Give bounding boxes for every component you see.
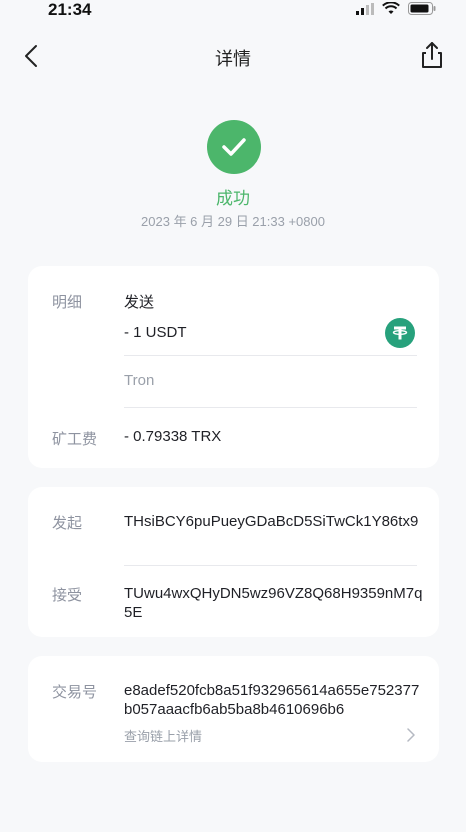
amount: - 1 USDT: [124, 324, 187, 341]
from-label: 发起: [52, 515, 83, 532]
tx-card: 交易号 e8adef520fcb8a51f932965614a655e75237…: [28, 656, 439, 762]
status-icons: [356, 2, 436, 15]
nav-bar: 详情: [0, 32, 466, 80]
check-icon: [222, 138, 246, 156]
usdt-icon: [385, 318, 415, 348]
chevron-right-icon: [407, 728, 415, 742]
success-badge: [207, 120, 261, 174]
signal-icon: [356, 2, 374, 15]
tx-label: 交易号: [52, 684, 98, 701]
fee-label: 矿工费: [52, 431, 98, 448]
network: Tron: [124, 372, 155, 389]
from-address[interactable]: THsiBCY6puPueyGDaBcD5SiTwCk1Y86tx9: [124, 512, 424, 531]
divider: [124, 355, 417, 356]
to-address[interactable]: TUwu4wxQHyDN5wz96VZ8Q68H9359nM7q5E: [124, 584, 424, 622]
battery-icon: [408, 2, 436, 15]
divider: [124, 565, 417, 566]
explorer-link-label: 查询链上详情: [124, 729, 203, 744]
to-label: 接受: [52, 587, 83, 604]
wifi-icon: [382, 2, 400, 14]
status-text: 成功: [216, 189, 250, 208]
share-icon[interactable]: [418, 40, 446, 70]
tx-hash[interactable]: e8adef520fcb8a51f932965614a655e752377b05…: [124, 681, 424, 719]
page-title: 详情: [215, 49, 251, 69]
detail-label: 明细: [52, 294, 83, 311]
fee-value: - 0.79338 TRX: [124, 428, 222, 445]
tether-glyph-icon: [392, 326, 408, 340]
status-bar: 21:34: [0, 0, 466, 24]
explorer-link[interactable]: 查询链上详情: [124, 726, 417, 744]
address-card: 发起 THsiBCY6puPueyGDaBcD5SiTwCk1Y86tx9 接受…: [28, 487, 439, 637]
detail-card: 明细 发送 - 1 USDT Tron 矿工费 - 0.79338 TRX: [28, 266, 439, 468]
status-time: 21:34: [48, 0, 92, 19]
timestamp: 2023 年 6 月 29 日 21:33 +0800: [141, 214, 325, 229]
divider: [124, 407, 417, 408]
transaction-type: 发送: [124, 294, 155, 311]
